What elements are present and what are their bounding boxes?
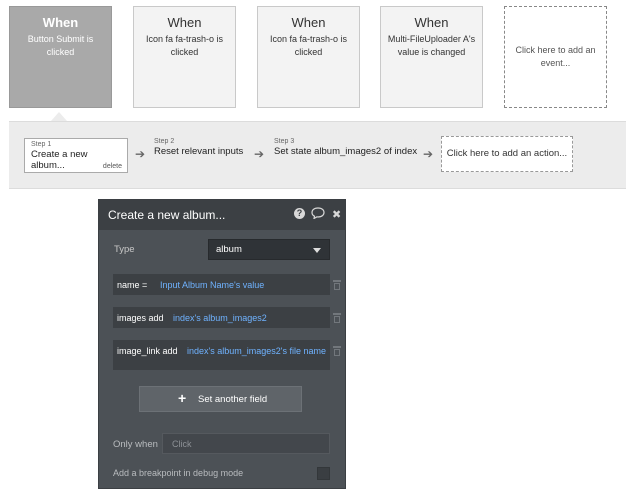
only-when-placeholder: Click — [172, 439, 192, 449]
field-row-name[interactable]: name = Input Album Name's value — [113, 274, 330, 295]
add-event-button[interactable]: Click here to add an event... — [504, 6, 607, 108]
field-expression[interactable]: index's album_images2 — [173, 313, 267, 323]
step-label: Reset relevant inputs — [154, 146, 244, 157]
step-number: Step 3 — [274, 138, 295, 145]
set-another-field-label: Set another field — [198, 394, 268, 405]
action-steps-bar: Step 1 Create a new album... delete ➔ St… — [9, 121, 626, 189]
breakpoint-checkbox[interactable] — [317, 467, 330, 480]
type-dropdown[interactable]: album — [208, 239, 330, 260]
only-when-label: Only when — [113, 439, 158, 450]
field-name: images add — [117, 313, 164, 323]
trash-icon[interactable] — [333, 346, 341, 356]
selected-event-pointer — [51, 112, 67, 121]
step-1[interactable]: Step 1 Create a new album... delete — [24, 138, 128, 173]
event-when-label: When — [414, 15, 449, 30]
chevron-down-icon — [313, 248, 321, 253]
arrow-right-icon: ➔ — [254, 147, 265, 161]
action-property-panel: Create a new album... ? ✖ Type album nam… — [98, 199, 346, 489]
field-expression[interactable]: index's album_images2's file name — [187, 346, 326, 356]
help-icon[interactable]: ? — [294, 208, 305, 219]
arrow-right-icon: ➔ — [135, 147, 146, 161]
panel-title: Create a new album... — [108, 208, 226, 222]
step-delete-link[interactable]: delete — [103, 163, 122, 170]
field-row-image-link[interactable]: image_link add index's album_images2's f… — [113, 340, 330, 370]
trash-icon[interactable] — [333, 313, 341, 323]
event-description: Icon fa fa-trash-o is clicked — [145, 34, 224, 57]
type-dropdown-value: album — [216, 244, 242, 255]
arrow-right-icon: ➔ — [423, 147, 434, 161]
event-card-button-submit[interactable]: When Button Submit is clicked — [9, 6, 112, 108]
step-number: Step 1 — [31, 141, 52, 148]
event-description: Multi-FileUploader A's value is changed — [387, 34, 476, 57]
event-when-label: When — [167, 15, 202, 30]
breakpoint-label: Add a breakpoint in debug mode — [113, 468, 244, 478]
set-another-field-button[interactable]: + Set another field — [139, 386, 302, 412]
only-when-input[interactable]: Click — [162, 433, 330, 454]
type-label: Type — [114, 244, 135, 255]
panel-header: Create a new album... ? ✖ — [99, 200, 345, 230]
field-expression[interactable]: Input Album Name's value — [160, 280, 264, 290]
event-card-trash-icon-2[interactable]: When Icon fa fa-trash-o is clicked — [257, 6, 360, 108]
event-card-file-uploader[interactable]: When Multi-FileUploader A's value is cha… — [380, 6, 483, 108]
step-label: Set state album_images2 of index — [274, 146, 418, 157]
comment-icon[interactable] — [311, 207, 325, 222]
field-name: image_link add — [117, 346, 178, 356]
close-icon[interactable]: ✖ — [332, 208, 341, 221]
field-row-images[interactable]: images add index's album_images2 — [113, 307, 330, 328]
add-action-button[interactable]: Click here to add an action... — [441, 136, 573, 172]
step-3[interactable]: Step 3 Set state album_images2 of index — [274, 138, 417, 157]
step-2[interactable]: Step 2 Reset relevant inputs — [154, 138, 243, 157]
add-event-label: Click here to add an event... — [515, 45, 596, 68]
step-number: Step 2 — [154, 138, 175, 145]
event-description: Icon fa fa-trash-o is clicked — [269, 34, 348, 57]
workflow-editor: When Button Submit is clicked When Icon … — [0, 0, 626, 499]
plus-icon: + — [178, 390, 187, 406]
trash-icon[interactable] — [333, 280, 341, 290]
event-description: Button Submit is clicked — [27, 34, 94, 57]
event-when-label: When — [291, 15, 326, 30]
event-when-label: When — [42, 15, 79, 30]
event-card-trash-icon-1[interactable]: When Icon fa fa-trash-o is clicked — [133, 6, 236, 108]
field-name: name = — [117, 280, 148, 290]
